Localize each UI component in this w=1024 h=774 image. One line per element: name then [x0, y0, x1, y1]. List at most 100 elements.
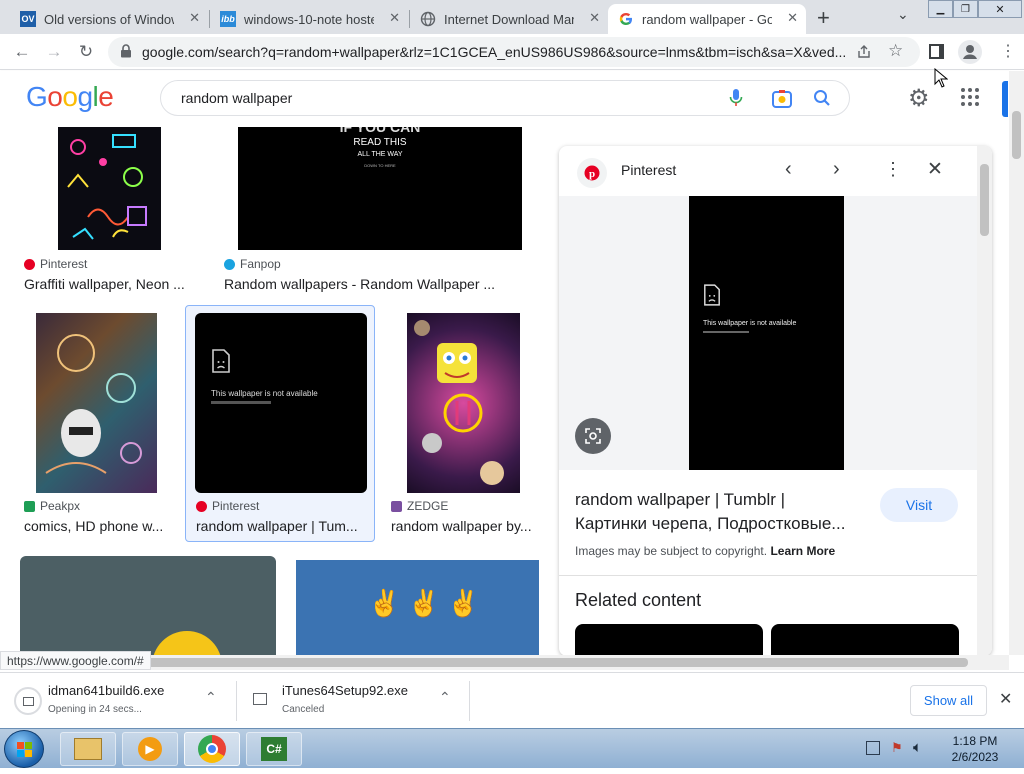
tab-search-chevron-icon[interactable]: ⌄ [897, 6, 909, 23]
result-thumbnail[interactable] [407, 313, 520, 493]
divider [559, 575, 977, 576]
taskbar-explorer[interactable] [60, 732, 116, 766]
lock-icon[interactable] [120, 44, 132, 63]
result-thumbnail[interactable] [20, 556, 276, 655]
close-tab-icon[interactable]: ✕ [189, 10, 200, 26]
microphone-icon[interactable] [729, 88, 743, 113]
camera-lens-icon[interactable] [771, 89, 793, 114]
search-icon[interactable] [813, 89, 831, 112]
result-thumbnail[interactable] [36, 313, 157, 493]
panel-title-line[interactable]: random wallpaper | Tumblr | [575, 488, 875, 512]
clock[interactable]: 1:18 PM 2/6/2023 [940, 733, 1010, 765]
file-icon [253, 693, 267, 705]
preview-image[interactable]: This wallpaper is not available [689, 196, 844, 470]
panel-title[interactable]: random wallpaper | Tumblr | Картинки чер… [575, 488, 875, 536]
peakpx-icon [24, 500, 35, 512]
close-panel-icon[interactable]: ✕ [927, 158, 943, 181]
result-thumbnail[interactable] [58, 127, 161, 250]
result-card-selected[interactable]: This wallpaper is not available Pinteres… [185, 305, 375, 542]
result-card[interactable]: ZEDGE random wallpaper by... [387, 311, 542, 539]
result-source: ZEDGE [391, 499, 448, 513]
reload-icon[interactable]: ↻ [74, 40, 98, 64]
download-menu-chevron-icon[interactable]: ⌃ [439, 689, 451, 706]
lens-search-icon[interactable] [575, 418, 611, 454]
panel-scrollbar[interactable] [977, 146, 992, 656]
download-filename: idman641build6.exe [48, 683, 165, 698]
restore-icon[interactable]: ❐ [953, 0, 978, 18]
sign-in-button[interactable] [1002, 81, 1008, 117]
forward-arrow-icon[interactable]: → [42, 40, 66, 64]
profile-avatar-icon[interactable] [958, 40, 982, 64]
download-progress-ring [14, 687, 42, 715]
tab-old-versions-windows[interactable]: OV Old versions of Windows ✕ [10, 4, 208, 34]
result-title[interactable]: Random wallpapers - Random Wallpaper ... [224, 276, 524, 292]
more-options-icon[interactable]: ⋮ [884, 159, 902, 180]
source-name: Peakpx [40, 499, 81, 513]
action-center-flag-icon[interactable]: ⚑ [891, 740, 903, 756]
taskbar-chrome[interactable] [184, 732, 240, 766]
next-icon[interactable]: › [833, 158, 840, 181]
tab-ibb[interactable]: ibb windows-10-note hosted ✕ [210, 4, 408, 34]
panel-scroll-thumb[interactable] [980, 164, 989, 236]
tab-title: Old versions of Windows [44, 11, 174, 27]
result-title[interactable]: Graffiti wallpaper, Neon ... [24, 276, 196, 292]
tab-random-wallpaper[interactable]: random wallpaper - Goo ✕ [608, 4, 806, 34]
apps-grid-icon[interactable] [960, 87, 980, 112]
result-thumbnail[interactable]: This wallpaper is not available [195, 313, 367, 493]
download-item[interactable]: idman641build6.exe Opening in 24 secs...… [0, 673, 236, 729]
google-favicon-icon [618, 11, 634, 27]
download-menu-chevron-icon[interactable]: ⌃ [205, 689, 217, 706]
network-icon[interactable] [866, 741, 880, 755]
previous-icon[interactable]: ‹ [785, 158, 792, 181]
new-tab-icon[interactable]: + [817, 5, 830, 31]
tab-title: Internet Download Mana [444, 11, 574, 27]
taskbar-media-player[interactable]: ▶ [122, 732, 178, 766]
minimize-icon[interactable]: ▁ [928, 0, 953, 18]
csharp-icon: C# [261, 737, 287, 761]
fanpop-icon [224, 258, 235, 270]
tab-title: windows-10-note hosted [244, 11, 374, 27]
result-thumbnail[interactable]: ✌ ✌ ✌ [296, 560, 539, 655]
download-item[interactable]: iTunes64Setup92.exe Canceled ⌃ [237, 673, 469, 729]
url-text[interactable]: google.com/search?q=random+wallpaper&rlz… [142, 44, 846, 60]
page-scrollbar[interactable] [1009, 71, 1024, 655]
share-icon[interactable] [856, 44, 872, 65]
chrome-menu-icon[interactable]: ⋮ [1000, 41, 1016, 61]
visit-button[interactable]: Visit [880, 488, 958, 522]
google-logo[interactable]: Google [26, 81, 114, 113]
mouse-cursor-icon [934, 67, 949, 93]
bookmark-star-icon[interactable]: ☆ [888, 41, 903, 61]
close-tab-icon[interactable]: ✕ [787, 10, 798, 26]
result-title[interactable]: random wallpaper | Tum... [196, 518, 366, 534]
result-title[interactable]: comics, HD phone w... [24, 518, 174, 534]
back-arrow-icon[interactable]: ← [10, 40, 34, 64]
close-downloads-icon[interactable]: ✕ [999, 689, 1012, 709]
show-all-button[interactable]: Show all [910, 685, 987, 716]
start-button[interactable] [4, 730, 44, 768]
result-card[interactable]: Peakpx comics, HD phone w... [20, 311, 175, 539]
result-card[interactable]: Pinterest Graffiti wallpaper, Neon ... [20, 127, 200, 297]
panel-source[interactable]: Pinterest [621, 162, 676, 178]
result-title[interactable]: random wallpaper by... [391, 518, 541, 534]
search-box[interactable]: random wallpaper [160, 80, 850, 116]
side-panel-icon[interactable] [929, 44, 944, 59]
result-thumbnail[interactable]: IF YOU CAN READ THIS ALL THE WAY DOWN TO… [238, 127, 522, 250]
search-input[interactable]: random wallpaper [181, 90, 292, 106]
related-thumbnail[interactable] [771, 624, 959, 656]
taskbar-csharp-app[interactable]: C# [246, 732, 302, 766]
learn-more-link[interactable]: Learn More [770, 544, 835, 558]
panel-title-line[interactable]: Картинки черепа, Подростковые... [575, 512, 875, 536]
close-tab-icon[interactable]: ✕ [389, 10, 400, 26]
page-scroll-thumb[interactable] [1012, 111, 1021, 159]
address-bar[interactable]: google.com/search?q=random+wallpaper&rlz… [108, 37, 920, 67]
result-card[interactable]: IF YOU CAN READ THIS ALL THE WAY DOWN TO… [220, 127, 540, 297]
close-window-icon[interactable]: ✕ [978, 0, 1022, 18]
copyright-text: Images may be subject to copyright. [575, 544, 768, 558]
volume-icon[interactable]: 🔈︎ [913, 739, 922, 756]
horizontal-scrollbar[interactable] [0, 655, 1009, 670]
settings-gear-icon[interactable]: ⚙ [908, 84, 930, 113]
close-tab-icon[interactable]: ✕ [589, 10, 600, 26]
tab-internet-download-manager[interactable]: Internet Download Mana ✕ [410, 4, 608, 34]
clock-time: 1:18 PM [952, 734, 998, 748]
related-thumbnail[interactable] [575, 624, 763, 656]
